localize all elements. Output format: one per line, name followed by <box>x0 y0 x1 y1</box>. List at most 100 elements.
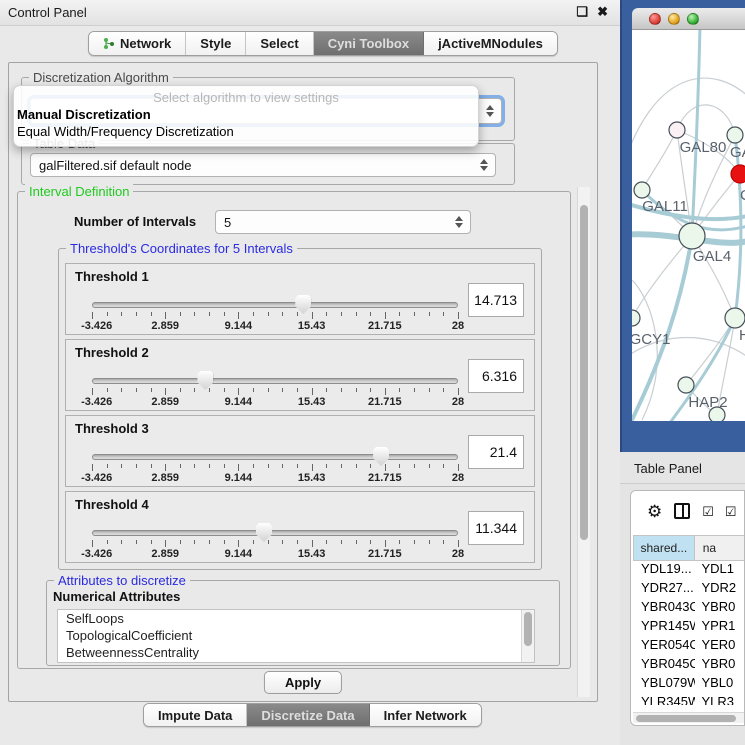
zoom-traffic-light-icon[interactable] <box>687 13 699 25</box>
tab-network[interactable]: Network <box>89 32 186 55</box>
cell-name[interactable]: YER0 <box>695 637 745 656</box>
table-row[interactable]: YLR345WYLR3 <box>633 694 745 705</box>
cell-shared-name[interactable]: YBL079W <box>633 675 695 694</box>
tick-label: 21.715 <box>368 396 402 408</box>
column-header-shared-name[interactable]: shared... <box>633 535 695 561</box>
threshold-slider[interactable]: -3.4262.8599.14415.4321.71528 <box>92 300 458 330</box>
threshold-slider[interactable]: -3.4262.8599.14415.4321.71528 <box>92 376 458 406</box>
scrollbar-thumb[interactable] <box>636 715 736 722</box>
tick-mark <box>297 388 298 392</box>
tab-cyni-toolbox[interactable]: Cyni Toolbox <box>314 32 424 55</box>
num-intervals-select[interactable]: 5 <box>215 210 471 234</box>
cell-shared-name[interactable]: YDL19... <box>633 561 695 580</box>
network-node-c[interactable] <box>731 165 745 183</box>
tab-style[interactable]: Style <box>186 32 246 55</box>
network-node-gcy1[interactable] <box>632 310 640 326</box>
threshold-slider[interactable]: -3.4262.8599.14415.4321.71528 <box>92 452 458 482</box>
cell-shared-name[interactable]: YPR145W <box>633 618 695 637</box>
panel-scrollbar[interactable] <box>577 187 590 697</box>
tab-impute-data[interactable]: Impute Data <box>144 704 247 726</box>
cell-name[interactable]: YBR0 <box>695 656 745 675</box>
cell-shared-name[interactable]: YLR345W <box>633 694 695 705</box>
threshold-value-field[interactable]: 14.713 <box>468 283 524 317</box>
apply-button[interactable]: Apply <box>264 671 342 694</box>
slider-track[interactable] <box>92 530 458 536</box>
num-intervals-label: Number of Intervals <box>74 214 196 229</box>
table-horizontal-scrollbar[interactable] <box>633 712 744 723</box>
table-row[interactable]: YER054CYER0 <box>633 637 745 656</box>
tick-mark <box>121 464 122 468</box>
tab-jactivemnodules[interactable]: jActiveMNodules <box>424 32 557 55</box>
dropdown-option-manual-discretization[interactable]: Manual Discretization <box>17 107 151 122</box>
table-row[interactable]: YBL079WYBL0 <box>633 675 745 694</box>
split-view-icon[interactable] <box>674 503 690 519</box>
cell-name[interactable]: YBR0 <box>695 599 745 618</box>
tick-mark <box>443 540 444 544</box>
tick-label: 15.43 <box>298 548 326 560</box>
cell-name[interactable]: YPR1 <box>695 618 745 637</box>
network-canvas[interactable]: GAL80GACGAL11GAL4GCY1HHAP2 <box>632 30 745 421</box>
tick-mark <box>326 464 327 468</box>
dropdown-option-equal-width-frequency[interactable]: Equal Width/Frequency Discretization <box>17 124 234 139</box>
column-header-name[interactable]: na <box>695 535 745 561</box>
slider-track[interactable] <box>92 378 458 384</box>
threshold-value-field[interactable]: 21.4 <box>468 435 524 469</box>
table-row[interactable]: YDL19...YDL1 <box>633 561 745 580</box>
threshold-4-row: Threshold 4-3.4262.8599.14415.4321.71528… <box>65 491 535 563</box>
gear-icon[interactable]: ⚙ <box>647 503 662 520</box>
cell-shared-name[interactable]: YBR043C <box>633 599 695 618</box>
tab-discretize-data[interactable]: Discretize Data <box>247 704 369 726</box>
network-node-gal80[interactable] <box>669 122 685 138</box>
attribute-item-betweennesscentrality[interactable]: BetweennessCentrality <box>58 644 534 661</box>
cell-name[interactable]: YDL1 <box>695 561 745 580</box>
threshold-value-field[interactable]: 11.344 <box>468 511 524 545</box>
table-row[interactable]: YBR045CYBR0 <box>633 656 745 675</box>
slider-track[interactable] <box>92 302 458 308</box>
scrollbar-thumb[interactable] <box>524 612 532 646</box>
scrollbar-thumb[interactable] <box>580 205 588 540</box>
tick-mark <box>429 388 430 392</box>
network-window-titlebar[interactable] <box>632 8 745 30</box>
tick-label-row: -3.4262.8599.14415.4321.71528 <box>92 472 458 484</box>
tick-mark <box>385 464 386 471</box>
close-icon[interactable]: ✖ <box>597 4 608 20</box>
slider-track[interactable] <box>92 454 458 460</box>
network-node-gal11[interactable] <box>634 182 650 198</box>
network-node-gal4[interactable] <box>679 223 705 249</box>
cell-name[interactable]: YLR3 <box>695 694 745 705</box>
tab-infer-network[interactable]: Infer Network <box>370 704 481 726</box>
checkbox-icon[interactable]: ☑ <box>725 505 736 518</box>
minimize-traffic-light-icon[interactable] <box>668 13 680 25</box>
table-data-select[interactable]: galFiltered.sif default node <box>30 153 496 177</box>
table-row[interactable]: YDR27...YDR2 <box>633 580 745 599</box>
network-node[interactable] <box>709 407 725 421</box>
tick-mark <box>92 464 93 471</box>
table-row[interactable]: YPR145WYPR1 <box>633 618 745 637</box>
cell-shared-name[interactable]: YBR045C <box>633 656 695 675</box>
threshold-3-row: Threshold 3-3.4262.8599.14415.4321.71528… <box>65 415 535 487</box>
cell-shared-name[interactable]: YER054C <box>633 637 695 656</box>
network-node-hap2[interactable] <box>678 377 694 393</box>
checkbox-icon[interactable]: ☑ <box>702 505 713 518</box>
table-row[interactable]: YBR043CYBR0 <box>633 599 745 618</box>
cell-shared-name[interactable]: YDR27... <box>633 580 695 599</box>
tick-mark <box>224 312 225 316</box>
attribute-item-selfloops[interactable]: SelfLoops <box>58 610 534 627</box>
cell-name[interactable]: YDR2 <box>695 580 745 599</box>
threshold-value-field[interactable]: 6.316 <box>468 359 524 393</box>
network-node-h[interactable] <box>725 308 745 328</box>
tick-mark <box>136 312 137 316</box>
slider-ticks <box>92 464 458 471</box>
cell-name[interactable]: YBL0 <box>695 675 745 694</box>
network-node-ga[interactable] <box>727 127 743 143</box>
node-label: GAL11 <box>642 198 688 215</box>
float-panel-icon[interactable]: ❑ <box>576 4 588 20</box>
close-traffic-light-icon[interactable] <box>649 13 661 25</box>
attribute-item-topologicalcoefficient[interactable]: TopologicalCoefficient <box>58 627 534 644</box>
attributes-scrollbar[interactable] <box>521 610 534 662</box>
numerical-attributes-list[interactable]: SelfLoopsTopologicalCoefficientBetweenne… <box>57 609 535 663</box>
tab-select[interactable]: Select <box>246 32 313 55</box>
threshold-slider[interactable]: -3.4262.8599.14415.4321.71528 <box>92 528 458 558</box>
tick-mark <box>312 312 313 319</box>
tab-label: Cyni Toolbox <box>328 36 409 51</box>
